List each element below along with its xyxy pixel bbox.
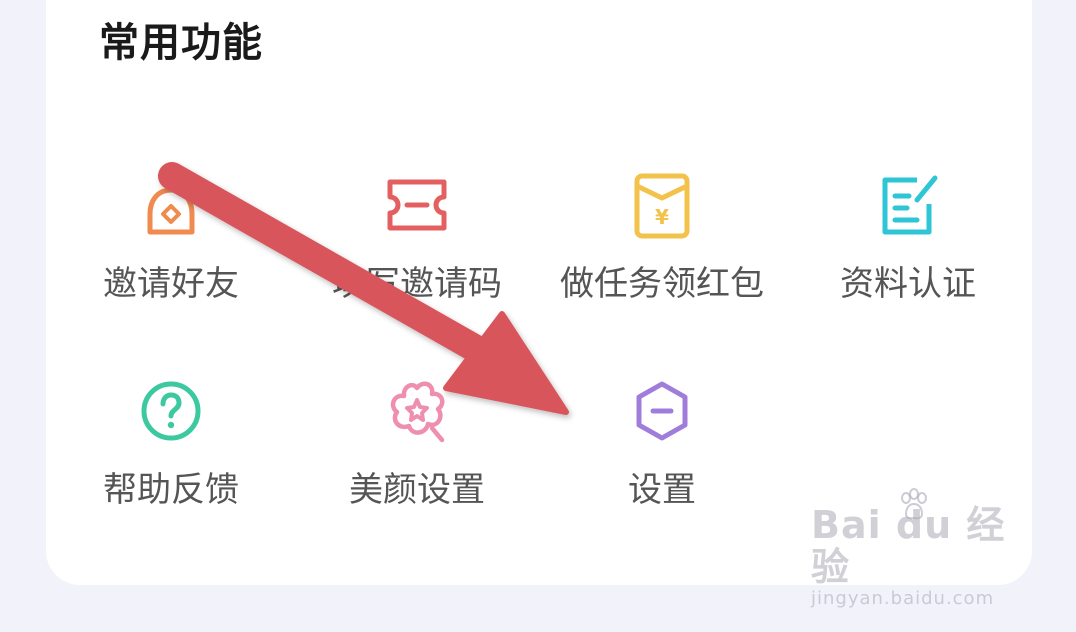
feature-label: 设置 (628, 470, 696, 510)
feature-enter-invite-code[interactable]: 填写邀请码 (292, 170, 542, 320)
feature-label: 邀请好友 (103, 264, 239, 304)
feature-help-feedback[interactable]: 帮助反馈 (46, 376, 296, 526)
feature-label: 填写邀请码 (332, 264, 502, 304)
feature-label: 资料认证 (840, 264, 976, 304)
feature-label: 做任务领红包 (560, 264, 764, 304)
beauty-flower-icon (382, 376, 452, 446)
section-title: 常用功能 (99, 20, 263, 66)
feature-tasks-red-packet[interactable]: ¥ 做任务领红包 (537, 170, 787, 320)
edit-document-icon (873, 170, 943, 240)
watermark-url: jingyan.baidu.com (811, 588, 995, 609)
red-envelope-yen-icon: ¥ (627, 170, 697, 240)
feature-label: 美颜设置 (349, 470, 485, 510)
help-question-icon (136, 376, 206, 446)
feature-invite-friends[interactable]: 邀请好友 (46, 170, 296, 320)
invite-friend-bag-icon (136, 170, 206, 240)
svg-text:¥: ¥ (655, 205, 669, 229)
paw-logo-icon (901, 488, 927, 520)
feature-profile-verification[interactable]: 资料认证 (783, 170, 1033, 320)
ticket-icon (382, 170, 452, 240)
settings-hexagon-icon (627, 376, 697, 446)
feature-settings[interactable]: 设置 (537, 376, 787, 526)
feature-beauty-settings[interactable]: 美颜设置 (292, 376, 542, 526)
baidu-jingyan-watermark: Bai du 经验 jingyan.baidu.com (811, 488, 1016, 610)
feature-label: 帮助反馈 (103, 470, 239, 510)
